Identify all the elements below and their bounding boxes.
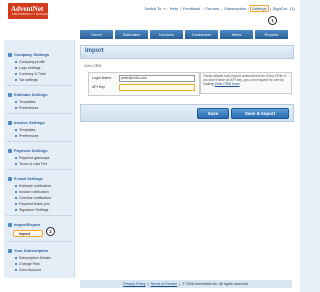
- privacy-policy-link[interactable]: Privacy Policy: [123, 282, 145, 286]
- sidebar-item-import[interactable]: Import: [13, 230, 43, 237]
- sidebar: Company Settings Company profile Logo se…: [4, 40, 75, 278]
- api-key-input[interactable]: [119, 84, 195, 91]
- bullet-icon: [15, 191, 17, 193]
- divider: [6, 85, 72, 86]
- button-bar: Save Save & Import: [80, 104, 294, 122]
- sidebar-item-invoice-notification[interactable]: Invoice notification: [15, 190, 49, 194]
- bullet-icon: [15, 263, 17, 265]
- divider: [6, 215, 72, 216]
- company-icon: [8, 52, 12, 57]
- help-link[interactable]: Help: [169, 6, 179, 11]
- bullet-icon: [15, 61, 17, 63]
- bullet-icon: [15, 257, 17, 259]
- main-nav: Home Estimates Invoices Customers Items …: [80, 30, 288, 39]
- callout-1: 1: [268, 16, 277, 25]
- sidebar-item-change-plan[interactable]: Change Plan: [15, 262, 40, 266]
- forums-link[interactable]: Forums: [204, 6, 220, 11]
- tab-reports[interactable]: Reports: [255, 30, 288, 39]
- sidebar-item-estimate-notification[interactable]: Estimate notification: [15, 184, 51, 188]
- bullet-icon: [15, 185, 17, 187]
- signout-extra: (1): [290, 6, 295, 11]
- sidebar-item-currency-time[interactable]: Currency & Time: [15, 72, 46, 76]
- title-bar: Import: [80, 45, 294, 59]
- sidebar-item-zoho-account[interactable]: Zoho Account: [15, 268, 41, 272]
- tab-customers[interactable]: Customers: [185, 30, 218, 39]
- sidebar-item-invoice-preferences[interactable]: Preferences: [15, 134, 38, 138]
- login-name-label: Login Name: [92, 76, 112, 80]
- estimate-icon: [8, 92, 12, 97]
- bullet-icon: [15, 135, 17, 137]
- login-name-input[interactable]: peter@zoho.com: [119, 75, 195, 82]
- page-title: Import: [85, 48, 104, 54]
- divider: [6, 141, 72, 142]
- tab-items[interactable]: Items: [220, 30, 253, 39]
- section-subscription: Your Subscription: [8, 248, 48, 253]
- import-form: Login Name peter@zoho.com API Key: [88, 72, 200, 96]
- logo[interactable]: AdventNet EMPOWERING IT MANAGEMENT: [8, 3, 56, 19]
- sidebar-item-tax-settings[interactable]: Tax settings: [15, 78, 38, 82]
- bullet-icon: [15, 203, 17, 205]
- bullet-icon: [15, 129, 17, 131]
- tab-home[interactable]: Home: [80, 30, 113, 39]
- subscription-icon: [8, 248, 12, 253]
- section-company: Company Settings: [8, 52, 49, 57]
- sidebar-item-invoice-templates[interactable]: Templates: [15, 128, 35, 132]
- tab-estimates[interactable]: Estimates: [115, 30, 148, 39]
- invoice-icon: [8, 120, 12, 125]
- bullet-icon: [15, 107, 17, 109]
- subscription-link[interactable]: Subscription: [223, 6, 247, 11]
- top-links: Switch To ▾ | Help | Feedback | Forums | Sub…: [143, 5, 295, 12]
- logo-text: AdventNet: [11, 5, 44, 13]
- bullet-icon: [15, 101, 17, 103]
- logo-tagline: EMPOWERING IT MANAGEMENT: [12, 13, 56, 16]
- sidebar-item-subscription-details[interactable]: Subscription Details: [15, 256, 51, 260]
- email-icon: [8, 176, 12, 181]
- sidebar-item-terms-late-fee[interactable]: Terms & Late Fee: [15, 162, 47, 166]
- save-import-button[interactable]: Save & Import: [231, 108, 289, 119]
- sidebar-item-overdue-notification[interactable]: Overdue notification: [15, 196, 51, 200]
- section-subtitle: Zoho CRM: [84, 64, 102, 68]
- info-box: These details help import customers from…: [200, 72, 292, 94]
- app-frame: AdventNet EMPOWERING IT MANAGEMENT Switc…: [0, 0, 300, 292]
- section-import-export: Import/Export: [8, 222, 40, 227]
- callout-2: 2: [46, 227, 55, 236]
- footer: Privacy Policy | Terms of Service | © 20…: [80, 280, 292, 288]
- section-invoice: Invoice Settings: [8, 120, 45, 125]
- settings-link[interactable]: Settings: [250, 5, 269, 12]
- sidebar-item-payment-gateways[interactable]: Payment gateways: [15, 156, 49, 160]
- save-button[interactable]: Save: [197, 108, 229, 119]
- bullet-icon: [15, 209, 17, 211]
- section-payment: Payment Settings: [8, 148, 48, 153]
- sidebar-item-payment-thank-you[interactable]: Payment thank you: [15, 202, 50, 206]
- bullet-icon: [15, 79, 17, 81]
- zoho-crm-team-link[interactable]: Zoho CRM team: [215, 82, 240, 86]
- signout-link[interactable]: SignOut: [272, 6, 288, 11]
- bullet-icon: [15, 157, 17, 159]
- bullet-icon: [15, 197, 17, 199]
- sidebar-item-logo-settings[interactable]: Logo settings: [15, 66, 40, 70]
- section-email: E-mail Settings: [8, 176, 43, 181]
- copyright-text: © 2008 AdventNet Inc. All rights reserve…: [182, 282, 249, 286]
- feedback-link[interactable]: Feedback: [182, 6, 202, 11]
- header: AdventNet EMPOWERING IT MANAGEMENT Switc…: [0, 0, 300, 28]
- bullet-icon: [15, 73, 17, 75]
- sidebar-item-company-profile[interactable]: Company profile: [15, 60, 45, 64]
- tab-invoices[interactable]: Invoices: [150, 30, 183, 39]
- section-estimate: Estimate Settings: [8, 92, 48, 97]
- bullet-icon: [15, 67, 17, 69]
- import-export-icon: [8, 222, 12, 227]
- switch-to-link[interactable]: Switch To: [143, 6, 162, 11]
- sidebar-item-estimate-preferences[interactable]: Preferences: [15, 106, 38, 110]
- payment-icon: [8, 148, 12, 153]
- sidebar-item-estimate-templates[interactable]: Templates: [15, 100, 35, 104]
- api-key-label: API Key: [92, 85, 105, 89]
- bullet-icon: [15, 269, 17, 271]
- divider: [6, 241, 72, 242]
- divider: [6, 169, 72, 170]
- divider: [6, 113, 72, 114]
- terms-of-service-link[interactable]: Terms of Service: [151, 282, 178, 286]
- sidebar-item-signature-settings[interactable]: Signature Settings: [15, 208, 48, 212]
- bullet-icon: [15, 163, 17, 165]
